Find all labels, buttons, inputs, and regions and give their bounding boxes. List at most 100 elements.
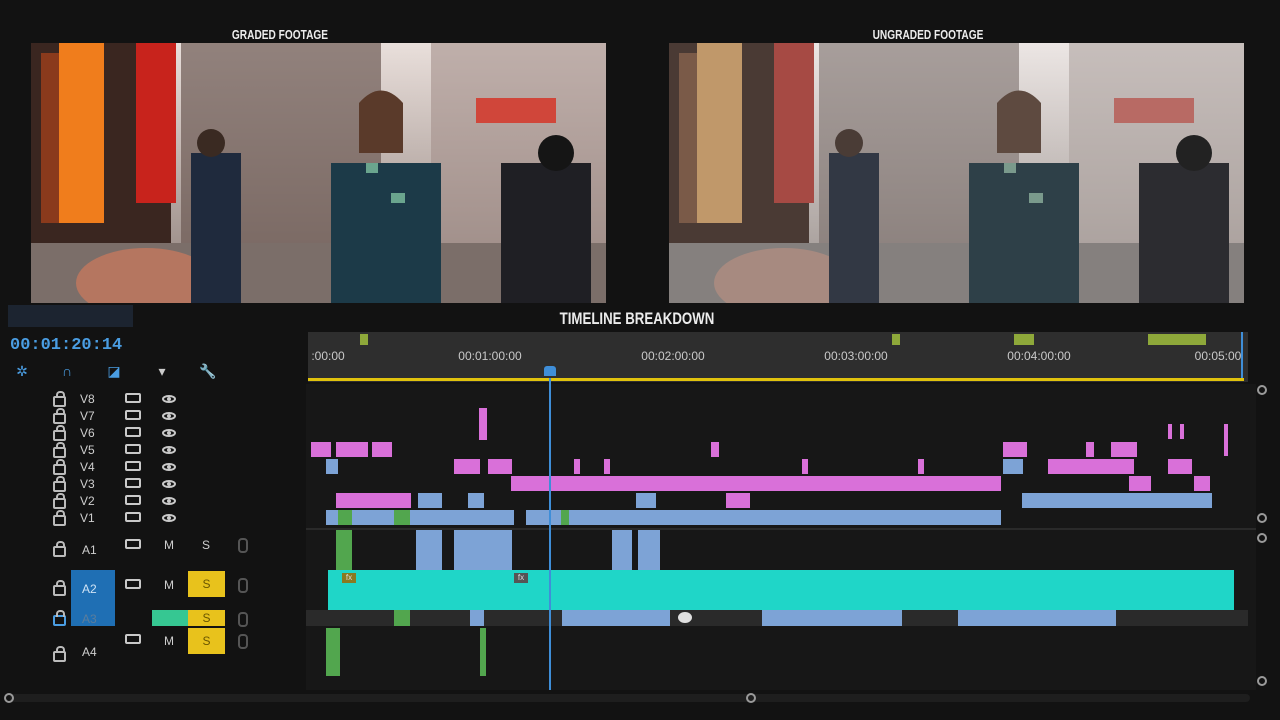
video-clip[interactable] [479,408,487,440]
toggle-sync-icon[interactable] [125,444,141,454]
lock-icon[interactable] [53,510,66,526]
toggle-sync-icon[interactable] [125,512,141,522]
vertical-scroll-handle[interactable] [1257,385,1267,395]
audio-clip[interactable] [958,610,1116,626]
video-clip[interactable] [526,510,1001,525]
lock-icon[interactable] [53,425,66,441]
audio-clip[interactable] [612,530,632,570]
vertical-scroll-handle[interactable] [1257,513,1267,523]
time-ruler[interactable]: :00:00 00:01:00:00 00:02:00:00 00:03:00:… [308,332,1248,382]
lock-icon[interactable] [53,580,66,596]
video-clip[interactable] [336,442,368,457]
audio-clip[interactable] [416,530,442,570]
video-clip[interactable] [1086,442,1094,457]
lock-icon[interactable] [53,541,66,557]
solo-button[interactable]: S [188,571,225,597]
eye-icon[interactable] [162,412,176,420]
voiceover-mic-icon[interactable] [238,634,248,649]
voiceover-mic-icon[interactable] [238,612,248,627]
audio-clip[interactable] [562,610,670,626]
audio-clip[interactable] [638,530,660,570]
video-clip[interactable] [394,510,410,525]
lock-icon[interactable] [53,493,66,509]
lock-icon[interactable] [53,442,66,458]
wrench-icon[interactable]: 🔧 [198,362,218,380]
lock-icon[interactable] [53,646,66,662]
audio-clip[interactable] [336,530,352,570]
audio-clip[interactable] [480,628,486,676]
video-clip[interactable] [326,510,514,525]
video-clip[interactable] [311,442,331,457]
video-clip[interactable] [1168,459,1192,474]
toggle-sync-icon[interactable] [125,579,141,589]
video-clip[interactable] [1180,424,1184,439]
scrollbar-left-handle[interactable] [4,693,14,703]
sequence-marker[interactable] [1014,334,1034,345]
eye-icon[interactable] [162,446,176,454]
horizontal-scrollbar[interactable] [10,694,1250,702]
video-clip[interactable] [326,459,338,474]
toggle-sync-icon[interactable] [125,634,141,644]
mute-button[interactable]: M [164,578,174,592]
toggle-sync-icon[interactable] [125,393,141,403]
video-clip[interactable] [1048,459,1134,474]
toggle-sync-icon[interactable] [125,539,141,549]
solo-button[interactable]: S [188,628,225,654]
video-clip[interactable] [574,459,580,474]
voiceover-mic-icon[interactable] [238,538,248,553]
lock-icon[interactable] [53,476,66,492]
audio-clip-music[interactable] [328,570,1234,610]
linked-selection-icon[interactable]: ◪ [104,362,124,380]
eye-icon[interactable] [162,395,176,403]
toggle-sync-icon[interactable] [125,461,141,471]
video-clip[interactable] [1022,493,1212,508]
audio-clip[interactable] [326,628,340,676]
video-clip[interactable] [1194,476,1210,491]
audio-clip[interactable] [394,610,410,626]
toggle-sync-icon[interactable] [125,495,141,505]
eye-icon[interactable] [162,429,176,437]
eye-icon[interactable] [162,514,176,522]
solo-button[interactable]: S [188,610,225,626]
video-clip[interactable] [711,442,719,457]
video-clip[interactable] [604,459,610,474]
video-clip[interactable] [454,459,480,474]
playhead-timecode[interactable]: 00:01:20:14 [10,336,122,355]
lock-icon[interactable] [53,610,66,626]
snap-icon[interactable]: ✲ [12,362,32,380]
scrollbar-right-handle[interactable] [746,693,756,703]
toggle-sync-icon[interactable] [125,478,141,488]
video-clip[interactable] [1003,459,1023,474]
lock-icon[interactable] [53,391,66,407]
video-clip[interactable] [1111,442,1137,457]
vertical-scroll-handle[interactable] [1257,533,1267,543]
eye-icon[interactable] [162,480,176,488]
video-clip[interactable] [488,459,512,474]
voiceover-mic-icon[interactable] [238,578,248,593]
toggle-sync-icon[interactable] [125,427,141,437]
mute-button[interactable]: M [164,634,174,648]
vertical-scroll-handle[interactable] [1257,676,1267,686]
video-clip[interactable] [636,493,656,508]
video-clip[interactable] [1003,442,1027,457]
solo-button[interactable]: S [202,538,210,552]
video-clip[interactable] [338,510,352,525]
playhead-line[interactable] [549,378,551,690]
video-clip[interactable] [918,459,924,474]
video-clip[interactable] [1129,476,1151,491]
audio-clip[interactable] [470,610,484,626]
eye-icon[interactable] [162,463,176,471]
video-clip[interactable] [1168,424,1172,439]
playhead-handle[interactable] [544,366,556,376]
lock-icon[interactable] [53,459,66,475]
video-clip[interactable] [418,493,442,508]
sequence-marker[interactable] [360,334,368,345]
mute-button[interactable]: M [164,538,174,552]
audio-clip[interactable] [454,530,512,570]
video-clip[interactable] [802,459,808,474]
video-clip[interactable] [372,442,392,457]
lock-icon[interactable] [53,408,66,424]
magnet-icon[interactable]: ∩ [57,362,77,380]
video-clip[interactable] [511,476,1001,491]
eye-icon[interactable] [162,497,176,505]
